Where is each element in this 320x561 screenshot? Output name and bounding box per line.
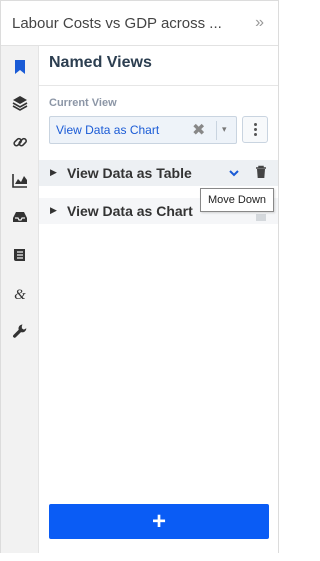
side-rail: &	[1, 46, 39, 553]
page-title: Named Views	[49, 54, 152, 71]
view-row-table[interactable]: ▶ View Data as Table	[39, 160, 278, 186]
move-down-tooltip: Move Down	[200, 188, 274, 212]
current-view-label: Current View	[49, 97, 117, 109]
add-view-button[interactable]: +	[49, 504, 269, 539]
collapse-panel-icon[interactable]: »	[255, 14, 264, 32]
expand-icon[interactable]: ▶	[50, 167, 57, 178]
plus-icon: +	[151, 507, 166, 535]
clear-icon[interactable]: ✖	[192, 120, 205, 140]
link-icon[interactable]	[11, 133, 29, 151]
layers-icon[interactable]	[11, 94, 29, 112]
named-views-content: Named Views Current View View Data as Ch…	[39, 46, 278, 553]
ampersand-icon[interactable]: &	[11, 285, 29, 303]
bookmark-icon[interactable]	[11, 58, 29, 76]
current-view-select[interactable]: View Data as Chart ✖ ▾	[49, 116, 237, 144]
chevron-down-icon[interactable]: ▾	[222, 124, 227, 135]
panel-titlebar: Labour Costs vs GDP across ... »	[1, 1, 278, 46]
dot	[253, 123, 257, 126]
current-view-value: View Data as Chart	[56, 123, 160, 137]
named-views-panel: Labour Costs vs GDP across ... » & Named…	[0, 0, 279, 553]
more-options-button[interactable]	[242, 116, 268, 143]
chart-icon[interactable]	[11, 171, 29, 189]
view-label: View Data as Table	[67, 165, 192, 181]
dot	[253, 128, 257, 131]
expand-icon[interactable]: ▶	[50, 205, 57, 216]
svg-text:&: &	[14, 287, 26, 302]
document-icon[interactable]	[11, 246, 29, 264]
panel-title: Labour Costs vs GDP across ...	[12, 14, 222, 32]
trash-icon[interactable]	[255, 165, 267, 184]
dot	[253, 133, 257, 136]
view-label: View Data as Chart	[67, 203, 193, 219]
trash-icon[interactable]	[256, 214, 266, 221]
divider	[39, 85, 278, 86]
inbox-icon[interactable]	[11, 208, 29, 226]
move-down-icon[interactable]	[228, 166, 240, 184]
divider	[216, 121, 217, 140]
wrench-icon[interactable]	[11, 322, 29, 340]
